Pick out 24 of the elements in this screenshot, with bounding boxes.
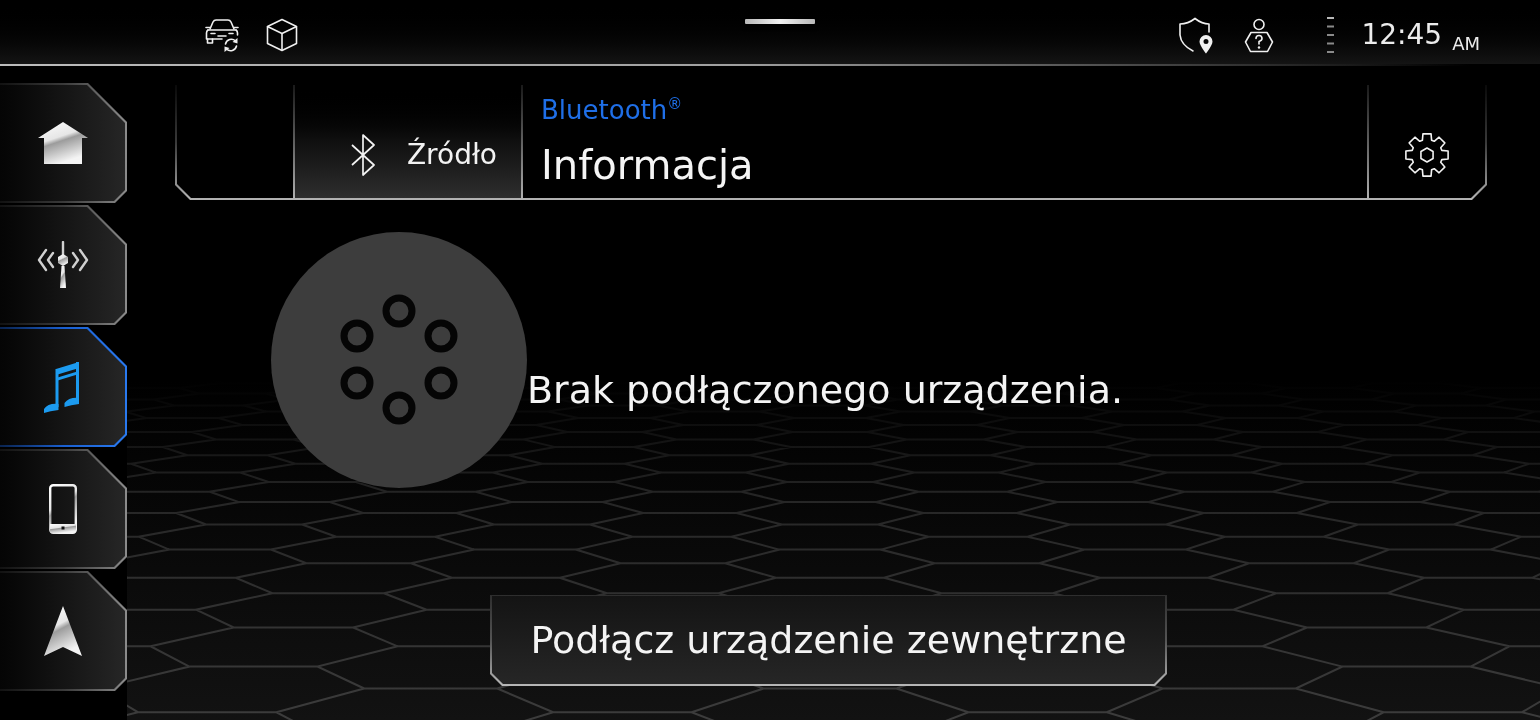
antenna-tab[interactable] [0, 205, 127, 325]
vertical-dashes-icon [1327, 17, 1335, 53]
drag-handle[interactable] [745, 19, 815, 24]
screen-title: Informacja [541, 141, 754, 189]
status-message: Brak podłączonego urządzenia. [527, 367, 1124, 413]
shield-pin-icon[interactable] [1178, 16, 1215, 54]
antenna-icon [36, 241, 89, 289]
source-name: Bluetooth$^{®}$ [541, 95, 683, 125]
music-tab[interactable] [0, 327, 127, 447]
cube-icon[interactable] [266, 18, 298, 52]
navigation-tab[interactable] [0, 571, 127, 691]
navigation-arrow-icon [43, 606, 82, 656]
smartphone-icon [48, 484, 77, 534]
rings-disc-icon [271, 232, 527, 488]
home-icon [37, 122, 88, 164]
person-question-icon[interactable] [1244, 17, 1275, 53]
phone-tab[interactable] [0, 449, 127, 569]
home-tab[interactable] [0, 83, 127, 203]
settings-icon[interactable] [1404, 131, 1450, 178]
clock-time: 12:45 [1361, 18, 1443, 52]
car-sync-icon[interactable] [203, 17, 241, 53]
time-period: AM [1452, 32, 1480, 55]
connect-device-button[interactable]: Podłącz urządzenie zewnętrzne [490, 595, 1167, 686]
music-note-icon [43, 361, 82, 413]
